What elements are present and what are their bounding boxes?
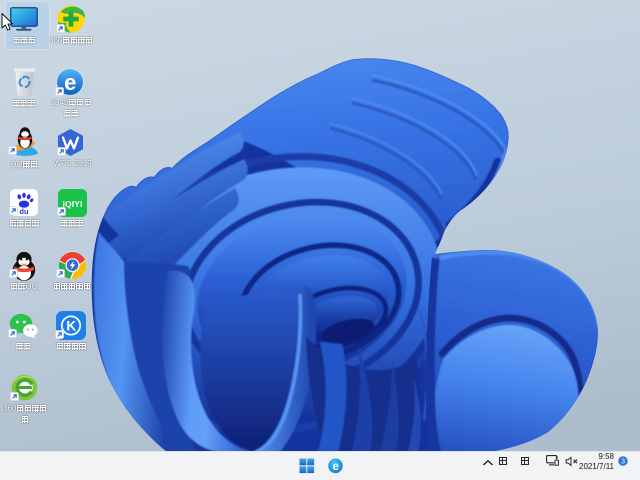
svg-text:e: e <box>64 70 76 95</box>
svg-text:3: 3 <box>621 458 625 465</box>
svg-text:du: du <box>19 207 29 216</box>
svg-text:K: K <box>66 319 76 334</box>
svg-text:e: e <box>332 460 338 472</box>
